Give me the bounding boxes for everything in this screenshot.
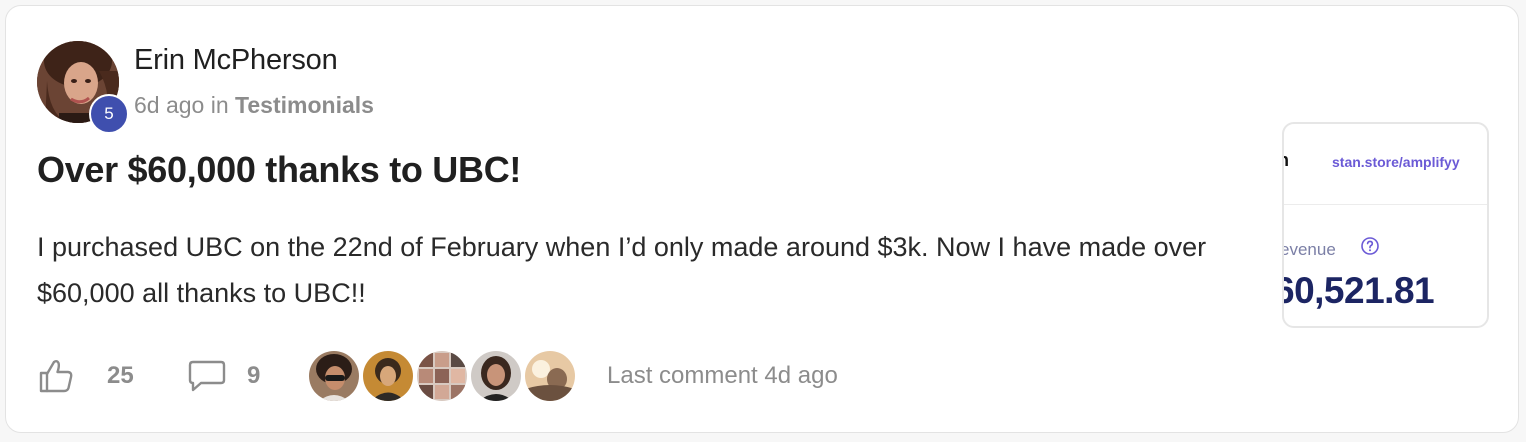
- preview-cropped-text: n: [1284, 150, 1289, 171]
- level-badge: 5: [89, 94, 129, 134]
- commenter-avatar[interactable]: [363, 351, 413, 401]
- commenter-avatar[interactable]: [309, 351, 359, 401]
- commenter-avatar[interactable]: [525, 351, 575, 401]
- post-body: I purchased UBC on the 22nd of February …: [37, 232, 1207, 308]
- comment-button[interactable]: 9: [187, 358, 305, 394]
- last-comment-time: Last comment 4d ago: [607, 362, 838, 389]
- comment-count: 9: [247, 362, 261, 389]
- preview-divider: [1284, 204, 1487, 205]
- help-circle-icon: [1360, 236, 1380, 261]
- preview-revenue-label: evenue: [1282, 240, 1336, 259]
- meta-in-label: in: [210, 92, 229, 118]
- like-button[interactable]: 25: [37, 357, 187, 395]
- category-link[interactable]: Testimonials: [235, 92, 374, 118]
- author-avatar-container[interactable]: 5: [37, 41, 129, 134]
- post-meta: 6d ago in Testimonials: [134, 92, 374, 119]
- comment-bubble-icon: [187, 358, 227, 394]
- author-name[interactable]: Erin McPherson: [134, 44, 338, 77]
- thumbs-up-icon: [37, 357, 75, 395]
- post-title[interactable]: Over $60,000 thanks to UBC!: [37, 149, 521, 191]
- post-image-preview[interactable]: n stan.store/amplifyy evenue 60,521.81: [1282, 122, 1489, 328]
- post-footer: 25 9 Last comment 4d ago: [37, 351, 838, 401]
- post-card[interactable]: 5 Erin McPherson 6d ago in Testimonials …: [5, 5, 1519, 433]
- like-count: 25: [107, 362, 134, 389]
- preview-store-url: stan.store/amplifyy: [1332, 154, 1460, 170]
- commenter-avatars[interactable]: [309, 351, 579, 401]
- post-time: 6d ago: [134, 92, 205, 118]
- commenter-avatar[interactable]: [471, 351, 521, 401]
- preview-revenue-value: 60,521.81: [1282, 270, 1435, 311]
- commenter-avatar[interactable]: [417, 351, 467, 401]
